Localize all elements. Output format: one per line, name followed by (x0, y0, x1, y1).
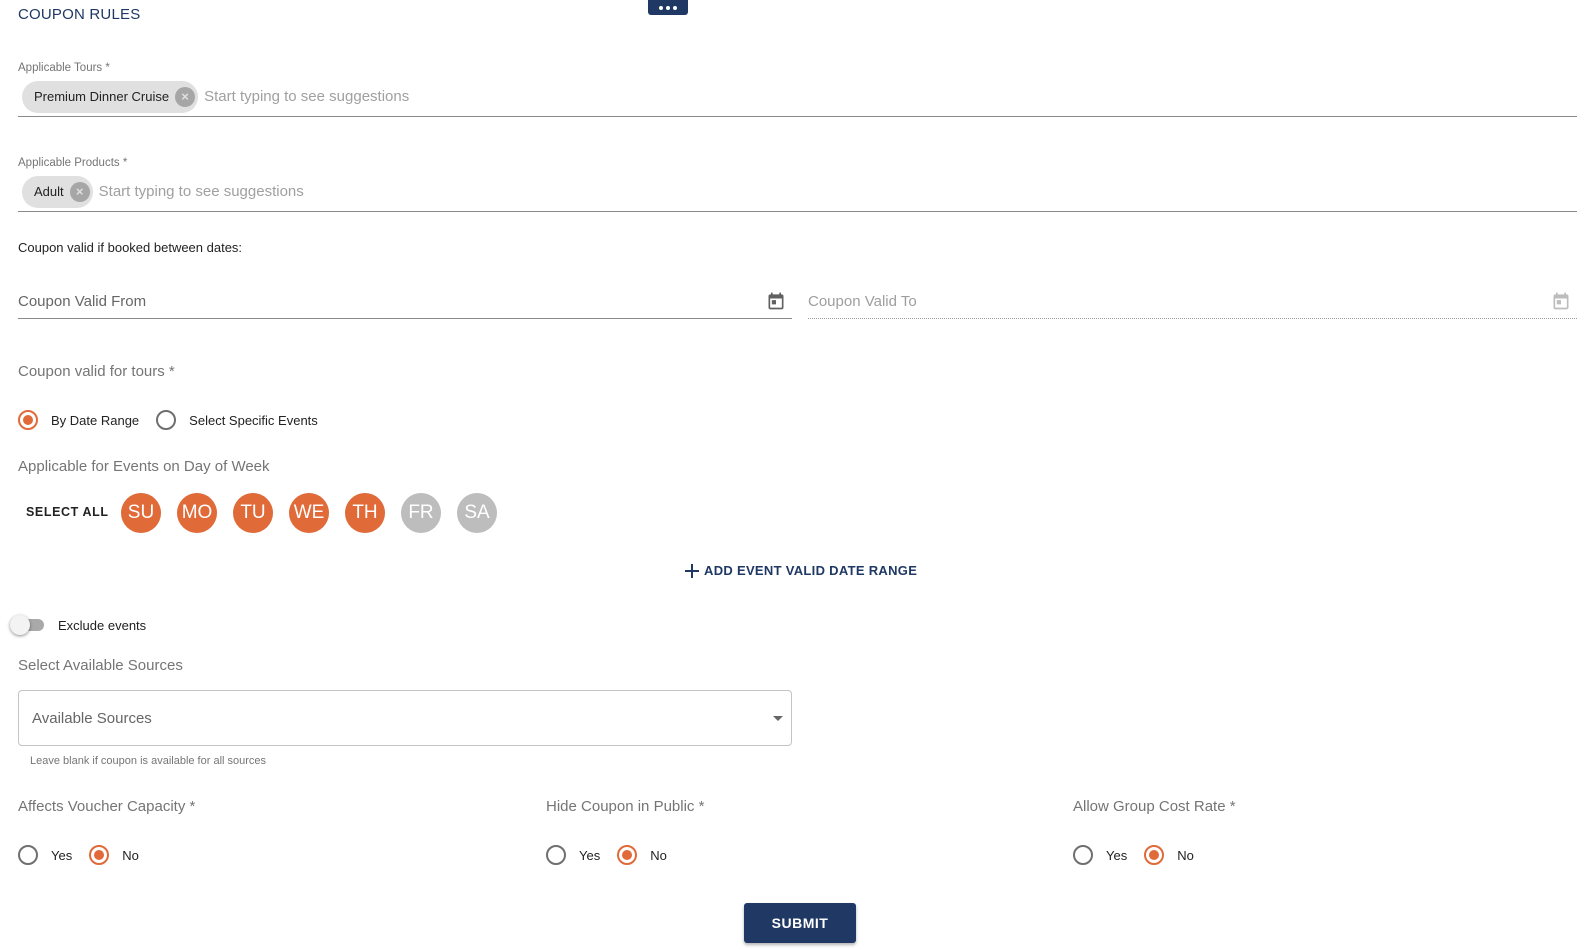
products-field[interactable]: Adult × (18, 172, 1577, 212)
available-sources-placeholder: Available Sources (32, 709, 152, 727)
plus-icon (685, 563, 699, 578)
tours-field[interactable]: Premium Dinner Cruise × (18, 77, 1577, 117)
radio-label: By Date Range (51, 412, 140, 428)
radio-label: Yes (579, 847, 601, 863)
day-button-we[interactable]: WE (289, 493, 329, 533)
radio-group-cost-yes[interactable] (1073, 845, 1093, 865)
radio-label: No (650, 847, 667, 863)
voucher-capacity-options: Yes No (18, 845, 156, 865)
select-all-button[interactable]: SELECT ALL (26, 505, 109, 519)
valid-to-input[interactable] (808, 292, 1408, 310)
voucher-capacity-label: Affects Voucher Capacity * (18, 798, 196, 815)
dot-icon (666, 5, 670, 10)
dot-icon (673, 5, 677, 10)
valid-to-field[interactable] (808, 284, 1577, 319)
radio-label: No (1177, 847, 1194, 863)
valid-for-tours-options: By Date Range Select Specific Events (18, 410, 335, 430)
radio-group-cost-no[interactable] (1144, 845, 1165, 865)
toggle-thumb[interactable] (10, 615, 30, 635)
submit-button[interactable]: SUBMIT (744, 903, 856, 943)
chevron-down-icon (773, 715, 783, 721)
day-button-th[interactable]: TH (345, 493, 385, 533)
products-input[interactable] (98, 183, 699, 200)
radio-hide-public-no[interactable] (617, 845, 638, 865)
tour-chip: Premium Dinner Cruise × (22, 80, 199, 113)
product-chip: Adult × (22, 175, 93, 208)
radio-label: Yes (1106, 847, 1128, 863)
day-button-tu[interactable]: TU (233, 493, 273, 533)
hide-public-label: Hide Coupon in Public * (546, 798, 705, 815)
calendar-icon[interactable] (766, 291, 786, 311)
add-event-date-range-button[interactable]: ADD EVENT VALID DATE RANGE (685, 563, 917, 578)
tour-chip-label: Premium Dinner Cruise (34, 89, 170, 104)
day-of-week-label: Applicable for Events on Day of Week (18, 458, 270, 475)
day-button-su[interactable]: SU (121, 493, 161, 533)
products-label: Applicable Products * (18, 157, 128, 169)
add-range-label: ADD EVENT VALID DATE RANGE (704, 563, 918, 578)
radio-voucher-capacity-no[interactable] (89, 845, 110, 865)
radio-label: No (122, 847, 139, 863)
radio-label: Yes (51, 847, 73, 863)
calendar-icon[interactable] (1551, 291, 1571, 311)
exclude-events-label: Exclude events (58, 618, 147, 633)
remove-chip-icon[interactable]: × (175, 86, 196, 107)
group-cost-options: Yes No (1073, 845, 1211, 865)
dot-icon (659, 5, 663, 10)
radio-hide-public-yes[interactable] (546, 845, 566, 865)
day-button-sa[interactable]: SA (457, 493, 497, 533)
valid-for-tours-label: Coupon valid for tours * (18, 363, 175, 380)
more-options-button[interactable] (648, 0, 688, 15)
remove-chip-icon[interactable]: × (69, 181, 90, 202)
tours-label: Applicable Tours * (18, 62, 110, 74)
valid-from-input[interactable] (18, 292, 618, 310)
section-title: COUPON RULES (18, 6, 141, 23)
radio-by-date-range[interactable] (18, 410, 38, 430)
day-button-mo[interactable]: MO (177, 493, 217, 533)
group-cost-label: Allow Group Cost Rate * (1073, 798, 1236, 815)
day-button-fr[interactable]: FR (401, 493, 441, 533)
hide-public-options: Yes No (546, 845, 684, 865)
radio-select-specific-events[interactable] (156, 410, 177, 430)
sources-label: Select Available Sources (18, 657, 183, 674)
valid-from-field[interactable] (18, 284, 792, 319)
radio-voucher-capacity-yes[interactable] (18, 845, 38, 865)
available-sources-select[interactable]: Available Sources (18, 690, 792, 746)
tours-input[interactable] (204, 88, 805, 105)
product-chip-label: Adult (34, 184, 64, 199)
sources-helper-text: Leave blank if coupon is available for a… (30, 755, 267, 767)
radio-label: Select Specific Events (189, 412, 318, 428)
booking-dates-heading: Coupon valid if booked between dates: (18, 240, 243, 255)
